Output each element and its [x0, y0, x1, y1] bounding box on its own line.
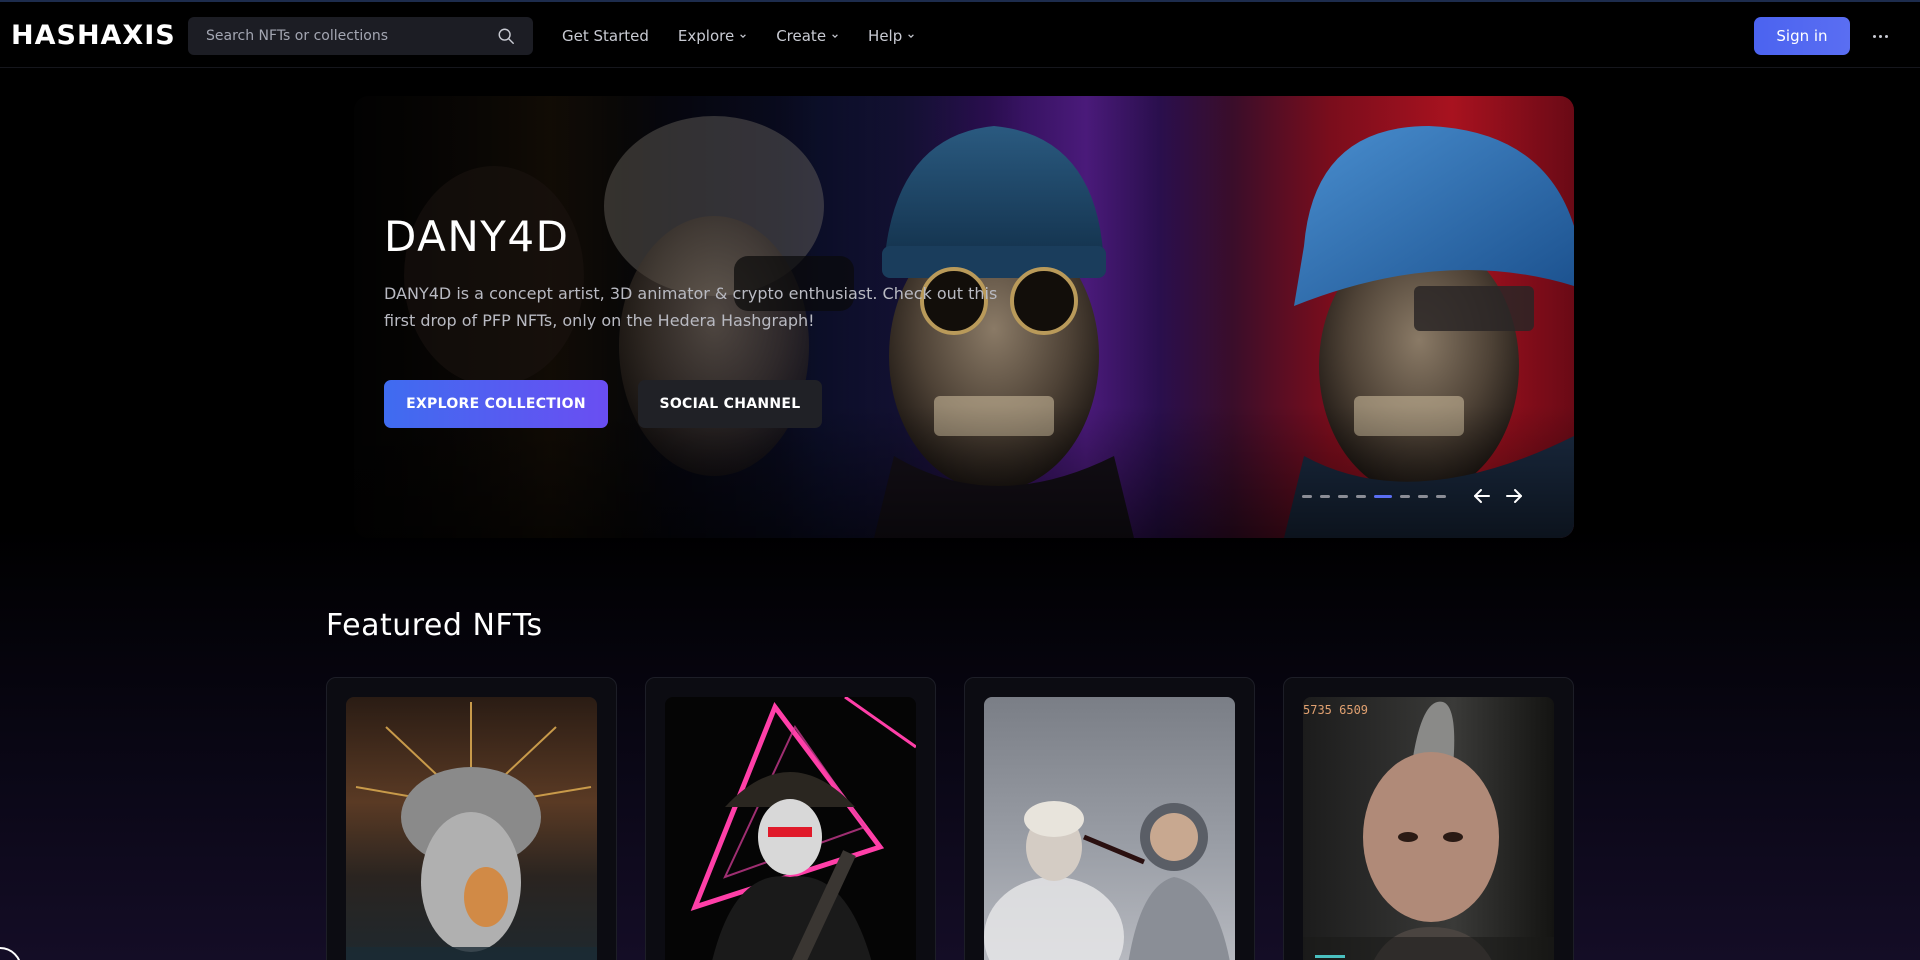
nft-image[interactable] — [665, 697, 916, 960]
arrow-right-icon[interactable] — [1504, 486, 1524, 506]
dot — [1878, 34, 1882, 38]
carousel-dot[interactable] — [1418, 495, 1428, 498]
carousel-dot[interactable] — [1320, 495, 1330, 498]
hero-description: DANY4D is a concept artist, 3D animator … — [384, 284, 998, 330]
neon-samurai-art — [690, 697, 916, 960]
nav-label: Help — [868, 27, 903, 45]
chevron-down-icon — [740, 34, 747, 39]
nft-overlay-text: 5735 6509 — [1303, 703, 1369, 717]
nft-card[interactable] — [645, 677, 936, 960]
carousel-indicators — [1302, 495, 1446, 498]
nav-explore[interactable]: Explore — [678, 27, 747, 45]
chevron-down-icon — [908, 34, 915, 39]
sign-in-button[interactable]: Sign in — [1754, 17, 1850, 55]
chevron-down-icon — [832, 34, 838, 39]
carousel-dot[interactable] — [1356, 495, 1366, 498]
arrow-left-icon[interactable] — [1472, 486, 1492, 506]
social-channel-button[interactable]: SOCIAL CHANNEL — [638, 380, 822, 428]
nav-create[interactable]: Create — [776, 27, 839, 45]
main-nav: Get Started Explore Create Help — [562, 2, 915, 70]
logo-text: HASHAXIS — [11, 19, 176, 51]
nft-image[interactable]: 5735 6509 — [1303, 697, 1554, 960]
nav-help[interactable]: Help — [868, 27, 915, 45]
chrome-statue-art — [346, 702, 597, 960]
mohawk-portrait-art — [1303, 701, 1554, 960]
nft-card[interactable] — [326, 677, 617, 960]
hero-title: DANY4D — [384, 212, 570, 261]
carousel-arrows — [1472, 486, 1524, 506]
astronaut-statue-art — [984, 801, 1230, 960]
carousel-dot[interactable] — [1436, 495, 1446, 498]
top-navigation-bar: HASHAXIS Get Started Explore Create Help — [0, 0, 1920, 68]
nav-label: Create — [776, 27, 827, 45]
carousel-dot[interactable] — [1338, 495, 1348, 498]
site-logo[interactable]: HASHAXIS — [11, 15, 176, 55]
explore-collection-button[interactable]: EXPLORE COLLECTION — [384, 380, 608, 428]
nft-card[interactable] — [964, 677, 1255, 960]
search-icon[interactable] — [497, 27, 515, 45]
nav-label: Explore — [677, 27, 735, 45]
nft-image[interactable] — [984, 697, 1235, 960]
featured-nfts-heading: Featured NFTs — [326, 608, 543, 643]
hero-banner: DANY4D DANY4D is a concept artist, 3D an… — [354, 96, 1574, 538]
more-options-icon[interactable] — [1866, 26, 1894, 46]
nft-image[interactable] — [346, 697, 597, 960]
nft-card[interactable]: 5735 6509 — [1283, 677, 1574, 960]
dot — [1884, 34, 1888, 38]
nav-label: Get Started — [562, 27, 649, 45]
carousel-dot[interactable] — [1302, 495, 1312, 498]
nav-get-started[interactable]: Get Started — [562, 27, 649, 45]
search-input[interactable] — [206, 28, 497, 44]
search-bar[interactable] — [188, 17, 533, 55]
carousel-dot-active[interactable] — [1374, 495, 1392, 498]
carousel-dot[interactable] — [1400, 495, 1410, 498]
dot — [1872, 34, 1876, 38]
